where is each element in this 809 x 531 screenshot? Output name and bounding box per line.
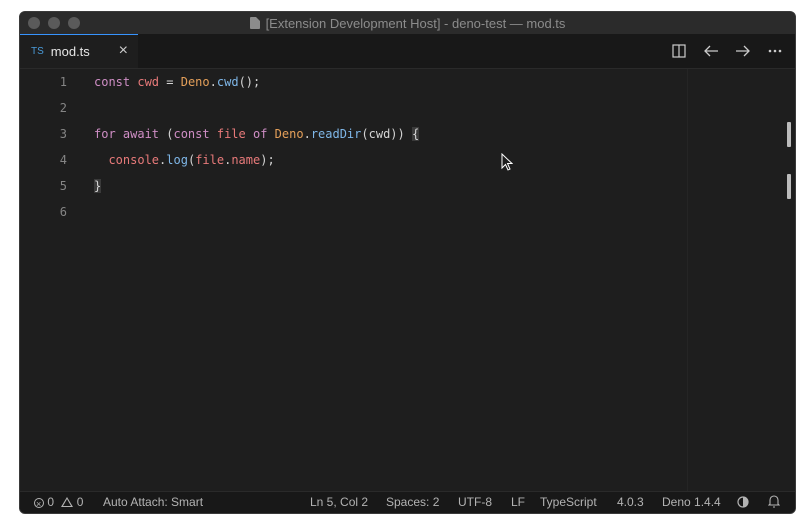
window-title: [Extension Development Host] - deno-test… [265, 15, 566, 31]
auto-attach-status[interactable]: Auto Attach: Smart [103, 492, 203, 513]
language-mode[interactable]: TypeScript [540, 492, 597, 513]
warning-count: 0 [76, 495, 84, 509]
window-controls [28, 17, 80, 29]
tab-label: mod.ts [50, 44, 90, 59]
code-line: const cwd = Deno.cwd(); [94, 75, 261, 89]
line-number: 3 [59, 127, 67, 141]
scrollbar-marker[interactable] [787, 174, 791, 199]
maximize-window-button[interactable] [68, 17, 80, 29]
error-count: 0 [47, 495, 55, 509]
bell-icon[interactable] [767, 492, 781, 513]
tab-bar: TS mod.ts × [20, 34, 795, 69]
minimap-separator [687, 69, 688, 492]
indentation-status[interactable]: Spaces: 2 [386, 492, 439, 513]
vscode-window: [Extension Development Host] - deno-test… [19, 11, 796, 514]
more-icon[interactable] [767, 43, 783, 59]
split-editor-icon[interactable] [671, 43, 687, 59]
window-title-group: [Extension Development Host] - deno-test… [249, 15, 566, 31]
minimize-window-button[interactable] [48, 17, 60, 29]
eol-status[interactable]: LF [511, 492, 525, 513]
code-line: } [94, 179, 102, 193]
arrow-left-icon[interactable] [703, 43, 719, 59]
problems-indicator[interactable]: 0 0 [34, 492, 83, 513]
tab-mod-ts[interactable]: TS mod.ts × [20, 34, 138, 68]
error-icon [34, 494, 44, 513]
code-editor[interactable]: 1 2 3 4 5 6 const cwd = Deno.cwd(); for … [20, 69, 795, 492]
line-number: 6 [59, 205, 67, 219]
encoding-status[interactable]: UTF-8 [458, 492, 492, 513]
line-number: 5 [59, 179, 67, 193]
theme-toggle-icon[interactable] [737, 492, 749, 513]
close-window-button[interactable] [28, 17, 40, 29]
scrollbar-marker[interactable] [787, 122, 791, 147]
editor-actions [671, 34, 783, 68]
arrow-right-icon[interactable] [735, 43, 751, 59]
ts-version[interactable]: 4.0.3 [617, 492, 644, 513]
typescript-file-icon: TS [31, 46, 44, 57]
title-bar: [Extension Development Host] - deno-test… [20, 12, 795, 35]
line-number: 1 [59, 75, 67, 89]
mouse-pointer-icon [501, 153, 513, 171]
status-bar: 0 0 Auto Attach: Smart Ln 5, Col 2 Space… [20, 491, 795, 513]
code-content[interactable]: const cwd = Deno.cwd(); for await (const… [94, 69, 420, 277]
cursor-position[interactable]: Ln 5, Col 2 [310, 492, 368, 513]
code-line: for await (const file of Deno.readDir(cw… [94, 127, 420, 141]
warning-icon [61, 497, 74, 507]
file-icon [249, 17, 260, 29]
close-tab-icon[interactable]: × [119, 43, 128, 59]
code-line: console.log(file.name); [108, 153, 275, 167]
deno-version[interactable]: Deno 1.4.4 [662, 492, 721, 513]
line-number: 4 [59, 153, 67, 167]
line-number: 2 [59, 101, 67, 115]
